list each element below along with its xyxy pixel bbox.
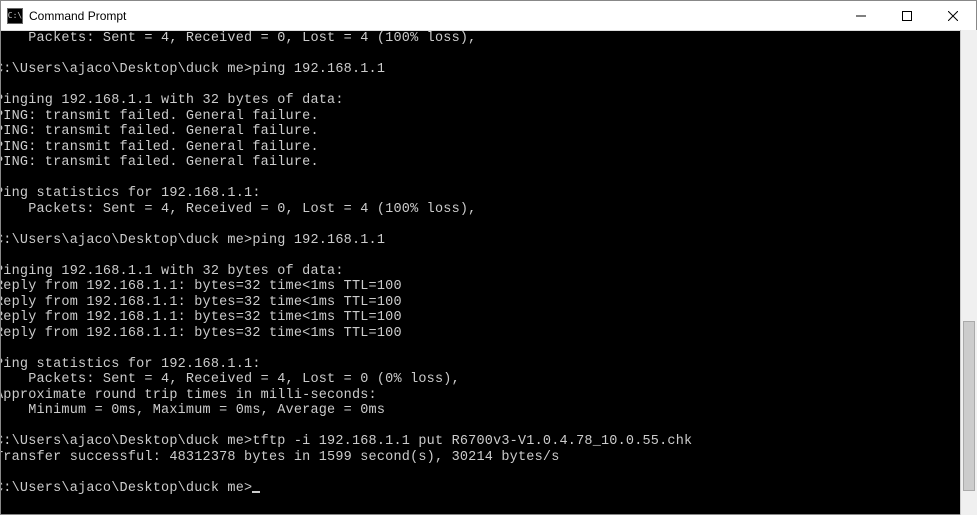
window-title: Command Prompt xyxy=(29,9,838,23)
terminal-line: PING: transmit failed. General failure. xyxy=(1,124,976,140)
terminal-line: Reply from 192.168.1.1: bytes=32 time<1m… xyxy=(1,326,976,342)
close-button[interactable] xyxy=(930,1,976,30)
scrollbar-thumb[interactable] xyxy=(963,321,975,491)
terminal-line: Approximate round trip times in milli-se… xyxy=(1,388,976,404)
maximize-button[interactable] xyxy=(884,1,930,30)
terminal-line: Ping statistics for 192.168.1.1: xyxy=(1,186,976,202)
terminal-line: Reply from 192.168.1.1: bytes=32 time<1m… xyxy=(1,310,976,326)
terminal-line xyxy=(1,341,976,357)
terminal-line: C:\Users\ajaco\Desktop\duck me>ping 192.… xyxy=(1,233,976,249)
titlebar[interactable]: C:\ Command Prompt xyxy=(1,1,976,31)
minimize-icon xyxy=(856,11,866,21)
terminal-line: Minimum = 0ms, Maximum = 0ms, Average = … xyxy=(1,403,976,419)
terminal-line: Pinging 192.168.1.1 with 32 bytes of dat… xyxy=(1,264,976,280)
terminal-line xyxy=(1,47,976,63)
command-prompt-window: C:\ Command Prompt Packets: Sent = 4, Re… xyxy=(0,0,977,515)
terminal-line: Packets: Sent = 4, Received = 4, Lost = … xyxy=(1,372,976,388)
terminal-line: C:\Users\ajaco\Desktop\duck me>ping 192.… xyxy=(1,62,976,78)
terminal-line xyxy=(1,248,976,264)
maximize-icon xyxy=(902,11,912,21)
window-controls xyxy=(838,1,976,30)
terminal-line: Packets: Sent = 4, Received = 0, Lost = … xyxy=(1,31,976,47)
terminal-content: Packets: Sent = 4, Received = 0, Lost = … xyxy=(1,31,976,496)
terminal-line: Reply from 192.168.1.1: bytes=32 time<1m… xyxy=(1,279,976,295)
close-icon xyxy=(948,11,958,21)
terminal-line: Transfer successful: 48312378 bytes in 1… xyxy=(1,450,976,466)
terminal-line: Ping statistics for 192.168.1.1: xyxy=(1,357,976,373)
terminal-area[interactable]: Packets: Sent = 4, Received = 0, Lost = … xyxy=(1,31,976,514)
terminal-line xyxy=(1,465,976,481)
scrollbar[interactable] xyxy=(960,30,977,515)
terminal-line: PING: transmit failed. General failure. xyxy=(1,140,976,156)
terminal-line: Reply from 192.168.1.1: bytes=32 time<1m… xyxy=(1,295,976,311)
terminal-line: PING: transmit failed. General failure. xyxy=(1,155,976,171)
terminal-line xyxy=(1,171,976,187)
terminal-line: Packets: Sent = 4, Received = 0, Lost = … xyxy=(1,202,976,218)
cursor xyxy=(252,491,260,493)
terminal-line xyxy=(1,217,976,233)
terminal-line: C:\Users\ajaco\Desktop\duck me>tftp -i 1… xyxy=(1,434,976,450)
minimize-button[interactable] xyxy=(838,1,884,30)
terminal-line: PING: transmit failed. General failure. xyxy=(1,109,976,125)
terminal-line: Pinging 192.168.1.1 with 32 bytes of dat… xyxy=(1,93,976,109)
terminal-line xyxy=(1,78,976,94)
terminal-line: C:\Users\ajaco\Desktop\duck me> xyxy=(1,481,976,497)
app-icon: C:\ xyxy=(7,8,23,24)
terminal-line xyxy=(1,419,976,435)
